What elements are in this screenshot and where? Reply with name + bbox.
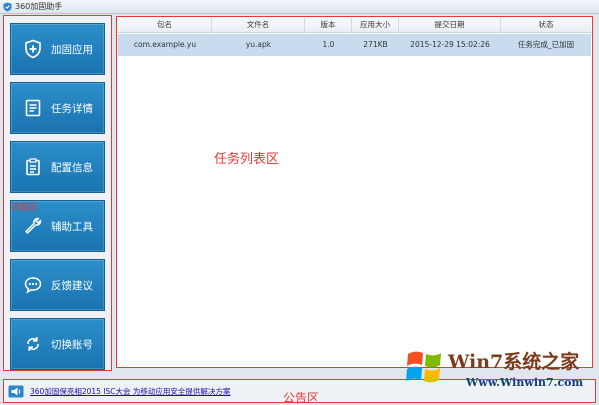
column-header-size[interactable]: 应用大小: [352, 18, 399, 33]
shield-plus-icon: [25, 39, 41, 59]
title-bar: 360加固助手: [0, 0, 599, 14]
task-details-label: 任务详情: [51, 102, 93, 115]
task-list-zone-caption: 任务列表区: [214, 152, 280, 167]
watermark-title: Win7系统之家: [448, 351, 580, 373]
column-header-submit-date[interactable]: 提交日期: [399, 18, 501, 33]
config-info-label: 配置信息: [51, 161, 93, 174]
table-row[interactable]: com.example.yu yu.apk 1.0 271KB 2015-12-…: [118, 34, 591, 56]
windows-flag-logo-icon: [406, 351, 441, 383]
column-header-version[interactable]: 版本: [305, 18, 352, 33]
task-list-icon: [25, 99, 41, 117]
feedback-label: 反馈建议: [51, 279, 93, 292]
cell-status: 任务完成_已加固: [517, 40, 575, 49]
column-header-status[interactable]: 状态: [501, 18, 591, 33]
notice-zone-caption: 公告区: [283, 391, 320, 405]
app-shield-logo-icon: [3, 2, 12, 11]
feedback-button[interactable]: 反馈建议: [10, 259, 105, 311]
column-header-package[interactable]: 包名: [118, 18, 212, 33]
aux-tools-label: 辅助工具: [51, 220, 93, 233]
switch-account-label: 切换账号: [51, 338, 93, 351]
task-table-header: 包名 文件名 版本 应用大小 提交日期 状态: [118, 18, 591, 33]
watermark-url: Www.Winwin7.com: [466, 376, 584, 389]
task-details-button[interactable]: 任务详情: [10, 82, 105, 134]
cell-filename: yu.apk: [245, 40, 272, 49]
sidebar: 加固应用 任务详情 配置信息 辅助工具 反馈建议 切换账号: [3, 15, 112, 371]
switch-account-button[interactable]: 切换账号: [10, 318, 105, 370]
cell-size: 271KB: [363, 40, 388, 49]
column-header-filename[interactable]: 文件名: [212, 18, 305, 33]
site-watermark: Win7系统之家 Www.Winwin7.com: [404, 343, 597, 405]
wrench-icon: [25, 217, 42, 234]
window-title: 360加固助手: [15, 2, 63, 11]
cell-version: 1.0: [322, 40, 335, 49]
announcement-icon: [8, 385, 24, 397]
harden-app-label: 加固应用: [51, 43, 93, 56]
notice-link[interactable]: 360加固保亮相2015 ISC大会 为移动应用安全提供解决方案: [30, 386, 230, 397]
cell-submit-date: 2015-12-29 15:02:26: [410, 40, 490, 49]
sidebar-zone-caption: 功能区: [11, 203, 39, 213]
task-list-panel: 包名 文件名 版本 应用大小 提交日期 状态 com.example.yu yu…: [116, 16, 593, 368]
switch-account-icon: [27, 337, 39, 351]
chat-bubble-icon: [24, 277, 42, 294]
harden-app-button[interactable]: 加固应用: [10, 23, 105, 75]
cell-package: com.example.yu: [133, 40, 197, 49]
clipboard-icon: [26, 158, 40, 176]
config-info-button[interactable]: 配置信息: [10, 141, 105, 193]
